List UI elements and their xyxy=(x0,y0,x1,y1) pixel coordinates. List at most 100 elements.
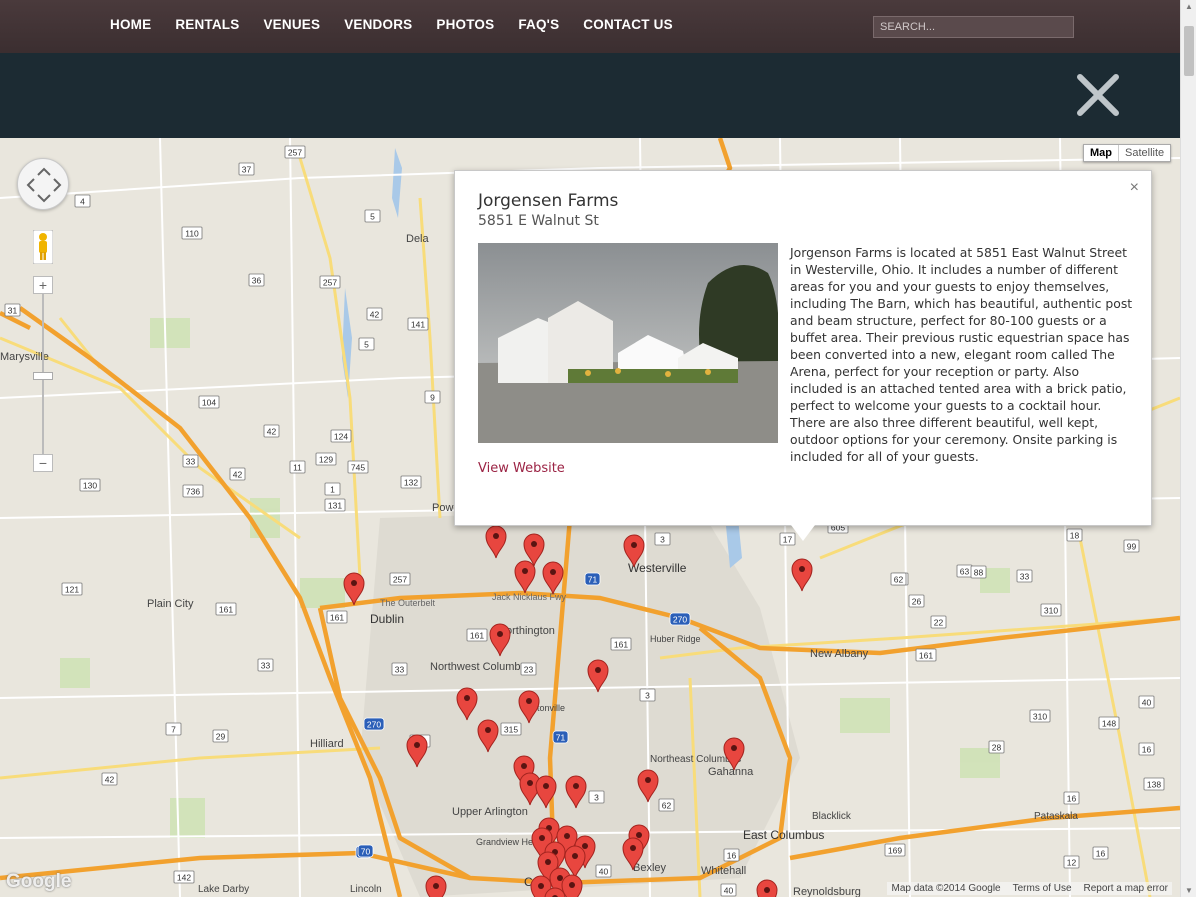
route-shield: 42 xyxy=(229,467,246,481)
zoom-slider-knob[interactable] xyxy=(33,372,53,380)
svg-text:161: 161 xyxy=(614,640,628,650)
route-shield: 16 xyxy=(723,848,740,862)
route-shield: 33 xyxy=(1016,569,1033,583)
route-shield: 62 xyxy=(890,572,907,586)
route-shield: 71 xyxy=(584,572,601,586)
svg-text:42: 42 xyxy=(267,427,277,437)
search-input[interactable] xyxy=(873,16,1074,38)
page-scrollbar[interactable]: ▲ ▼ xyxy=(1180,0,1196,897)
svg-text:7: 7 xyxy=(171,725,176,735)
place-lincoln: Lincoln xyxy=(350,884,382,895)
route-shield: 5 xyxy=(358,337,375,351)
route-shield: 23 xyxy=(520,662,537,676)
nav-faqs[interactable]: FAQ'S xyxy=(518,17,559,32)
svg-text:31: 31 xyxy=(8,306,18,316)
svg-text:36: 36 xyxy=(252,276,262,286)
terms-link[interactable]: Terms of Use xyxy=(1013,883,1072,894)
svg-text:28: 28 xyxy=(992,743,1002,753)
zoom-in-button[interactable]: + xyxy=(33,276,53,294)
svg-text:16: 16 xyxy=(1096,849,1106,859)
svg-text:142: 142 xyxy=(177,873,191,883)
svg-text:62: 62 xyxy=(894,575,904,585)
svg-text:12: 12 xyxy=(1067,858,1077,868)
svg-text:130: 130 xyxy=(83,481,97,491)
place-new-albany: New Albany xyxy=(810,648,869,660)
venue-marker-icon[interactable] xyxy=(425,875,447,897)
svg-text:169: 169 xyxy=(888,846,902,856)
place-whitehall: Whitehall xyxy=(701,865,746,877)
route-shield: 11 xyxy=(289,460,306,474)
route-shield: 9 xyxy=(424,390,441,404)
route-shield: 257 xyxy=(389,572,411,586)
route-shield: 138 xyxy=(1143,777,1165,791)
route-shield: 3 xyxy=(654,532,671,546)
route-shield: 42 xyxy=(101,772,118,786)
venue-marker-icon[interactable] xyxy=(343,572,365,606)
route-shield: 99 xyxy=(1123,539,1140,553)
place-dublin: Dublin xyxy=(370,612,404,626)
route-shield: 40 xyxy=(720,883,737,897)
scroll-down-arrow[interactable]: ▼ xyxy=(1185,886,1193,895)
route-shield: 5 xyxy=(364,209,381,223)
svg-text:71: 71 xyxy=(588,575,598,585)
top-navigation: HOME RENTALS VENUES VENDORS PHOTOS FAQ'S… xyxy=(0,0,1180,53)
route-shield: 22 xyxy=(930,615,947,629)
svg-text:40: 40 xyxy=(599,867,609,877)
route-shield: 1 xyxy=(324,482,341,496)
svg-text:16: 16 xyxy=(727,851,737,861)
map-type-map-button[interactable]: Map xyxy=(1084,145,1118,161)
nav-rentals[interactable]: RENTALS xyxy=(175,17,239,32)
route-shield: 33 xyxy=(391,662,408,676)
view-website-link[interactable]: View Website xyxy=(478,461,565,476)
zoom-out-button[interactable]: − xyxy=(33,454,53,472)
pegman-icon[interactable] xyxy=(33,230,53,264)
route-shield: 40 xyxy=(595,864,612,878)
info-close-button[interactable]: × xyxy=(1130,179,1139,197)
place-blacklick: Blacklick xyxy=(812,811,852,822)
venue-marker-icon[interactable] xyxy=(756,879,778,897)
venue-marker-icon[interactable] xyxy=(561,874,583,897)
place-bexley: Bexley xyxy=(633,862,667,874)
route-shield: 141 xyxy=(407,317,429,331)
venue-photo xyxy=(478,243,778,443)
nav-venues[interactable]: VENUES xyxy=(263,17,320,32)
svg-text:42: 42 xyxy=(105,775,115,785)
map-type-control: Map Satellite xyxy=(1083,144,1172,162)
pan-control[interactable] xyxy=(17,158,69,210)
svg-text:161: 161 xyxy=(330,613,344,623)
svg-text:270: 270 xyxy=(367,720,381,730)
route-shield: 124 xyxy=(330,429,352,443)
route-shield: 129 xyxy=(315,452,337,466)
svg-text:33: 33 xyxy=(186,457,196,467)
nav-contact-us[interactable]: CONTACT US xyxy=(583,17,673,32)
zoom-slider[interactable] xyxy=(33,294,53,454)
route-shield: 42 xyxy=(366,307,383,321)
zoom-control: + − xyxy=(33,276,53,472)
place-nw-columbus: Northwest Columbus xyxy=(430,661,533,673)
map-attribution: Map data ©2014 Google Terms of Use Repor… xyxy=(887,882,1172,895)
venue-description: Jorgenson Farms is located at 5851 East … xyxy=(790,245,1133,464)
close-x-icon[interactable] xyxy=(1075,72,1121,118)
scroll-thumb[interactable] xyxy=(1184,26,1194,76)
route-shield: 26 xyxy=(908,594,925,608)
route-shield: 736 xyxy=(182,484,204,498)
map-type-satellite-button[interactable]: Satellite xyxy=(1118,145,1170,161)
venue-marker-icon[interactable] xyxy=(791,558,813,592)
svg-text:70: 70 xyxy=(361,847,371,857)
scroll-up-arrow[interactable]: ▲ xyxy=(1185,2,1193,11)
route-shield: 31 xyxy=(4,303,21,317)
google-logo: Google xyxy=(6,871,72,892)
nav-vendors[interactable]: VENDORS xyxy=(344,17,412,32)
place-upper-arlington: Upper Arlington xyxy=(452,806,528,818)
nav-home[interactable]: HOME xyxy=(110,17,151,32)
route-shield: 315 xyxy=(500,722,522,736)
route-shield: 310 xyxy=(1029,709,1051,723)
route-shield: 62 xyxy=(658,798,675,812)
svg-text:11: 11 xyxy=(293,463,302,473)
route-shield: 121 xyxy=(61,582,83,596)
report-error-link[interactable]: Report a map error xyxy=(1084,883,1168,894)
nav-photos[interactable]: PHOTOS xyxy=(436,17,494,32)
svg-text:63: 63 xyxy=(960,567,970,577)
route-shield: 3 xyxy=(639,688,656,702)
route-shield: 3 xyxy=(588,790,605,804)
